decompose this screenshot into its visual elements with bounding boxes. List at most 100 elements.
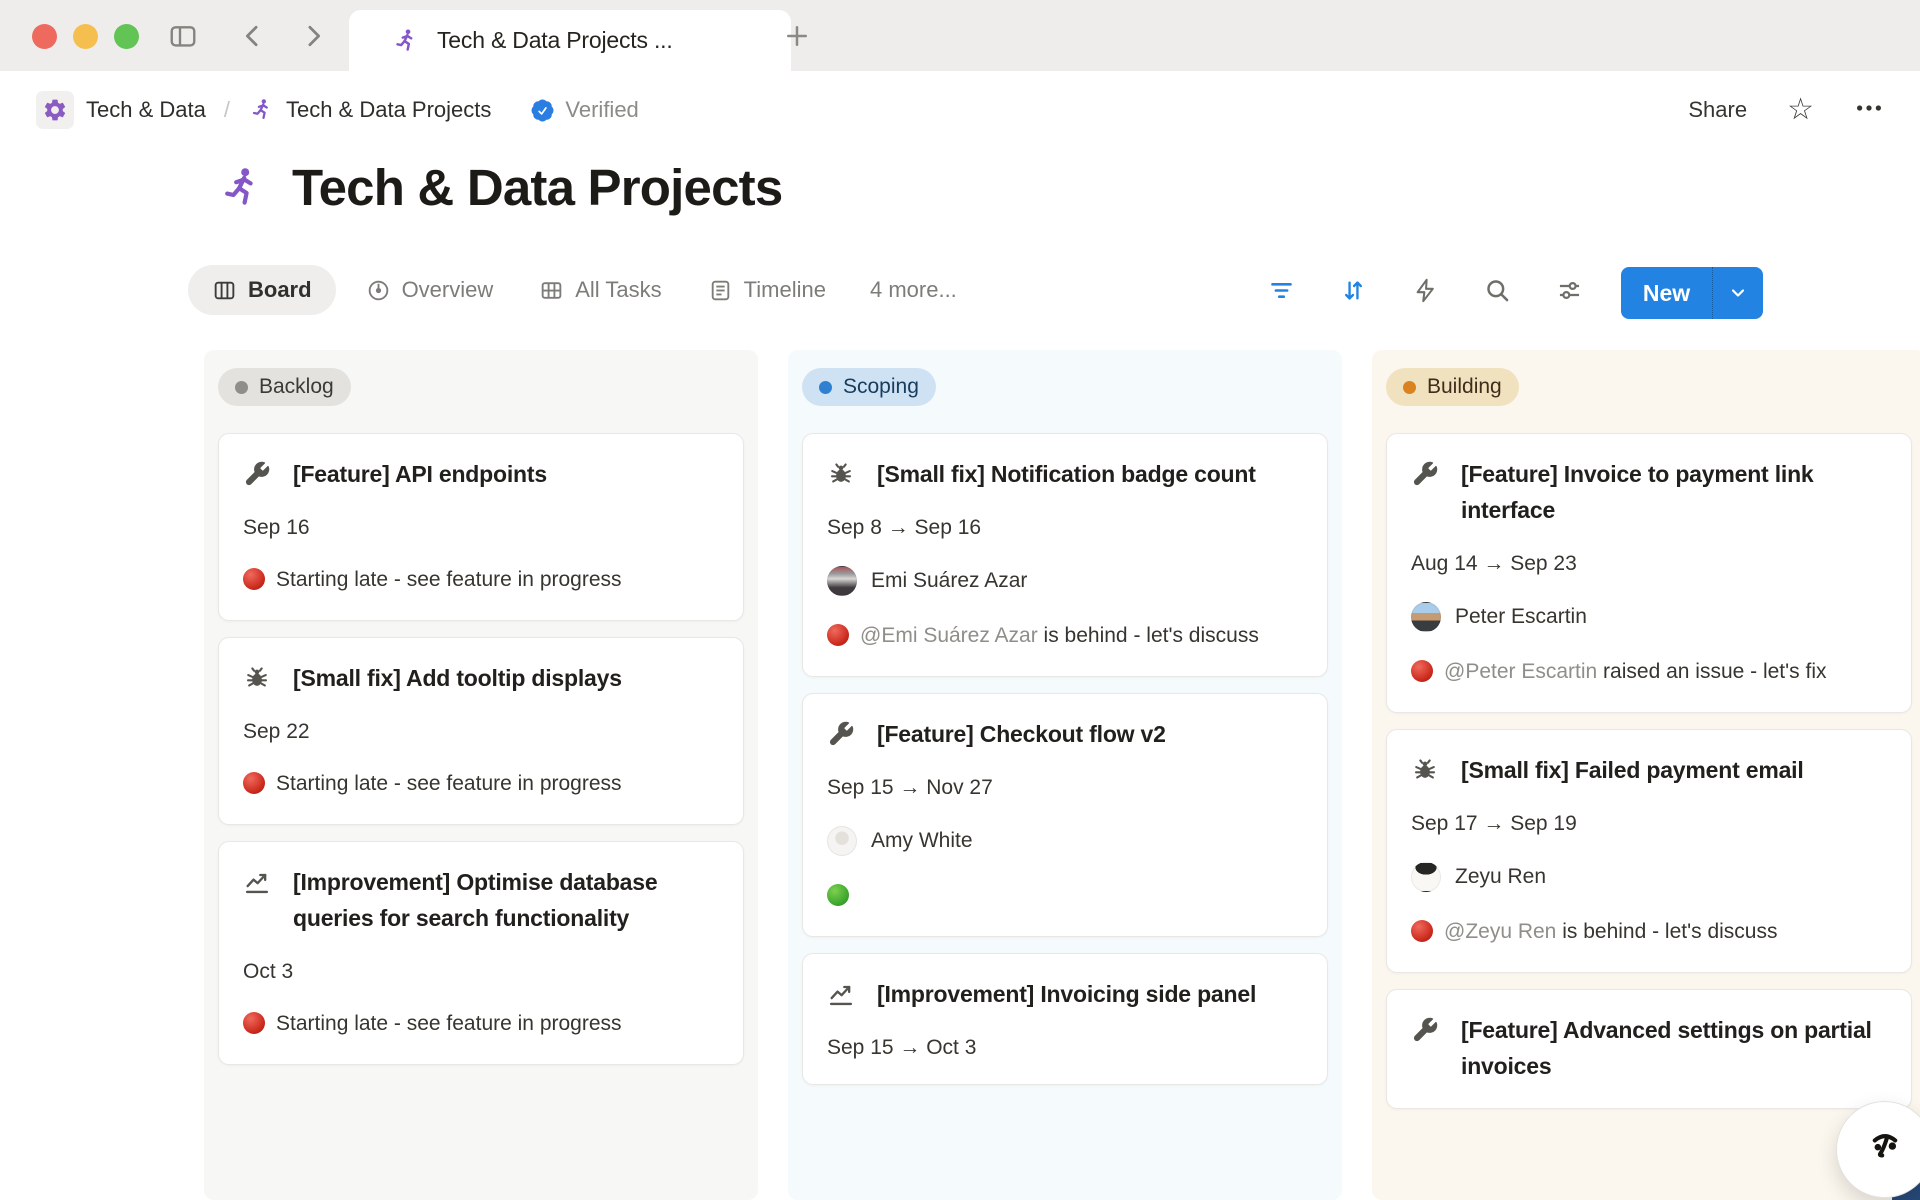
card-assignee: Emi Suárez Azar (827, 566, 1303, 596)
new-tab-icon[interactable] (782, 21, 812, 51)
column-header-backlog[interactable]: Backlog (218, 368, 351, 406)
sidebar-toggle-icon[interactable] (168, 21, 198, 51)
card-status: @Zeyu Ren is behind - let's discuss (1411, 916, 1887, 948)
tab-label: Timeline (744, 277, 826, 303)
column-scoping: Scoping [Small fix] Notification badge c… (788, 350, 1342, 1200)
card[interactable]: [Feature] Checkout flow v2 Sep 15 → Nov … (802, 693, 1328, 937)
card-title: [Small fix] Failed payment email (1461, 752, 1804, 788)
ai-face-icon (1859, 1124, 1911, 1176)
assignee-name: Emi Suárez Azar (871, 569, 1027, 593)
share-button[interactable]: Share (1688, 97, 1747, 123)
more-options-icon[interactable] (1854, 93, 1884, 128)
card-status (827, 880, 1303, 912)
runner-icon (248, 97, 274, 123)
column-header-scoping[interactable]: Scoping (802, 368, 936, 406)
card[interactable]: [Improvement] Optimise database queries … (218, 841, 744, 1065)
assignee-name: Amy White (871, 829, 973, 853)
card-title: [Improvement] Invoicing side panel (877, 976, 1256, 1012)
minimize-window-button[interactable] (73, 24, 98, 49)
runner-icon (216, 164, 264, 212)
status-dot-orange (1403, 381, 1416, 394)
favorite-star-icon[interactable]: ☆ (1787, 95, 1814, 125)
wrench-icon (1411, 460, 1439, 488)
card-title: [Improvement] Optimise database queries … (293, 864, 719, 936)
column-building: Building [Feature] Invoice to payment li… (1372, 350, 1920, 1200)
tab-label: Board (248, 277, 312, 303)
avatar (1411, 862, 1441, 892)
more-views-button[interactable]: 4 more... (870, 277, 957, 303)
column-header-building[interactable]: Building (1386, 368, 1519, 406)
bug-icon (243, 664, 271, 692)
column-name: Scoping (843, 375, 919, 399)
card-date: Sep 15 → Nov 27 (827, 776, 1303, 800)
card-status: @Emi Suárez Azar is behind - let's discu… (827, 620, 1303, 652)
card[interactable]: [Small fix] Add tooltip displays Sep 22 … (218, 637, 744, 825)
wrench-icon (827, 720, 855, 748)
board-icon (212, 278, 237, 303)
kanban-board: Backlog [Feature] API endpoints Sep 16 S… (204, 350, 1920, 1200)
red-circle-icon (243, 1012, 265, 1034)
card[interactable]: [Small fix] Notification badge count Sep… (802, 433, 1328, 677)
tab-board[interactable]: Board (188, 265, 336, 315)
card-assignee: Zeyu Ren (1411, 862, 1887, 892)
verified-badge[interactable]: Verified (529, 97, 638, 124)
new-button-label: New (1621, 280, 1712, 307)
tab-all-tasks[interactable]: All Tasks (523, 265, 677, 315)
breadcrumb-page[interactable]: Tech & Data Projects (286, 97, 491, 123)
card[interactable]: [Feature] Advanced settings on partial i… (1386, 989, 1912, 1109)
new-button[interactable]: New (1621, 267, 1763, 319)
status-mention: @Peter Escartin (1444, 660, 1597, 683)
chevron-down-icon (1728, 283, 1748, 303)
card-title: [Feature] Invoice to payment link interf… (1461, 456, 1887, 528)
card[interactable]: [Feature] API endpoints Sep 16 Starting … (218, 433, 744, 621)
close-window-button[interactable] (32, 24, 57, 49)
bug-icon (827, 460, 855, 488)
view-tabs: Board Overview All Tasks Timeline 4 more… (188, 261, 957, 319)
card-title: [Feature] API endpoints (293, 456, 547, 492)
red-circle-icon (1411, 660, 1433, 682)
active-tab[interactable]: Tech & Data Projects ... (349, 10, 791, 71)
traffic-lights (32, 24, 139, 49)
search-icon[interactable] (1484, 277, 1511, 304)
sort-icon[interactable] (1340, 277, 1367, 304)
card-status: @Peter Escartin raised an issue - let's … (1411, 656, 1887, 688)
chart-increasing-icon (243, 868, 271, 896)
verified-check-icon (529, 97, 556, 124)
card-assignee: Peter Escartin (1411, 602, 1887, 632)
column-backlog: Backlog [Feature] API endpoints Sep 16 S… (204, 350, 758, 1200)
card-date: Sep 15 → Oct 3 (827, 1036, 1303, 1060)
tab-timeline[interactable]: Timeline (692, 265, 842, 315)
status-text: Starting late - see feature in progress (276, 772, 622, 795)
chart-increasing-icon (827, 980, 855, 1008)
red-circle-icon (1411, 920, 1433, 942)
timeline-icon (708, 278, 733, 303)
card-date: Sep 17 → Sep 19 (1411, 812, 1887, 836)
back-icon[interactable] (238, 21, 268, 51)
page-title: Tech & Data Projects (292, 158, 782, 217)
tab-title: Tech & Data Projects ... (437, 27, 673, 54)
zoom-window-button[interactable] (114, 24, 139, 49)
sliders-icon[interactable] (1556, 277, 1583, 304)
red-circle-icon (827, 624, 849, 646)
new-button-dropdown[interactable] (1712, 267, 1763, 319)
verified-label: Verified (565, 97, 638, 123)
card[interactable]: [Small fix] Failed payment email Sep 17 … (1386, 729, 1912, 973)
status-mention: @Emi Suárez Azar (860, 624, 1038, 647)
breadcrumb-workspace[interactable]: Tech & Data (86, 97, 206, 123)
filter-icon[interactable] (1268, 277, 1295, 304)
status-dot-gray (235, 381, 248, 394)
status-text: is behind - let's discuss (1556, 920, 1777, 943)
column-name: Backlog (259, 375, 334, 399)
tab-bar: Tech & Data Projects ... (0, 0, 1920, 71)
lightning-icon[interactable] (1412, 277, 1439, 304)
wrench-icon (243, 460, 271, 488)
view-toolbar (1268, 261, 1583, 319)
tab-overview[interactable]: Overview (350, 265, 510, 315)
breadcrumb: Tech & Data / Tech & Data Projects Verif… (0, 71, 1920, 149)
status-text: Starting late - see feature in progress (276, 1012, 622, 1035)
card[interactable]: [Feature] Invoice to payment link interf… (1386, 433, 1912, 713)
workspace-gear-icon[interactable] (36, 91, 74, 129)
card[interactable]: [Improvement] Invoicing side panel Sep 1… (802, 953, 1328, 1085)
assignee-name: Zeyu Ren (1455, 865, 1546, 889)
forward-icon[interactable] (298, 21, 328, 51)
